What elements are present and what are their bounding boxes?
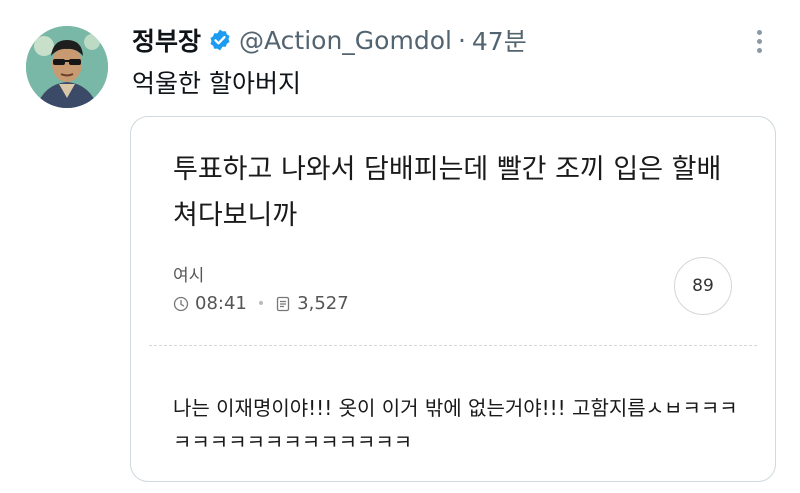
post-author: 여시 bbox=[173, 266, 205, 286]
post-title: 투표하고 나와서 담배피는데 빨간 조끼 입은 할배 쳐다보니까 bbox=[173, 154, 722, 231]
verified-badge-icon bbox=[208, 28, 232, 52]
card-divider bbox=[149, 345, 757, 346]
comment-count-badge[interactable]: 89 bbox=[674, 257, 732, 315]
tweet-time[interactable]: 47분 bbox=[472, 22, 527, 58]
tweet-text: 억울한 할아버지 bbox=[132, 69, 301, 98]
clock-icon bbox=[173, 296, 189, 312]
document-icon bbox=[275, 296, 291, 312]
display-name[interactable]: 정부장 bbox=[132, 22, 201, 58]
avatar[interactable] bbox=[26, 26, 108, 108]
tweet: 정부장 @Action_Gomdol · 47분 억울한 할아버지 투표하고 나… bbox=[0, 0, 800, 493]
user-handle[interactable]: @Action_Gomdol bbox=[239, 26, 452, 55]
post-views: 3,527 bbox=[297, 293, 349, 314]
post-meta: 08:41 • 3,527 bbox=[173, 293, 349, 314]
avatar-image bbox=[26, 26, 108, 108]
more-options-icon[interactable] bbox=[752, 30, 766, 60]
header-separator: · bbox=[457, 25, 466, 55]
tweet-header: 정부장 @Action_Gomdol · 47분 bbox=[132, 22, 527, 58]
post-time: 08:41 bbox=[195, 293, 247, 314]
meta-separator: • bbox=[256, 295, 266, 312]
quoted-post-card[interactable]: 투표하고 나와서 담배피는데 빨간 조끼 입은 할배 쳐다보니까 여시 08:4… bbox=[130, 116, 776, 482]
post-body: 나는 이재명이야!!! 옷이 이거 밖에 없는거야!!! 고함지름ㅅㅂㅋㅋㅋㅋㅋ… bbox=[173, 396, 738, 454]
